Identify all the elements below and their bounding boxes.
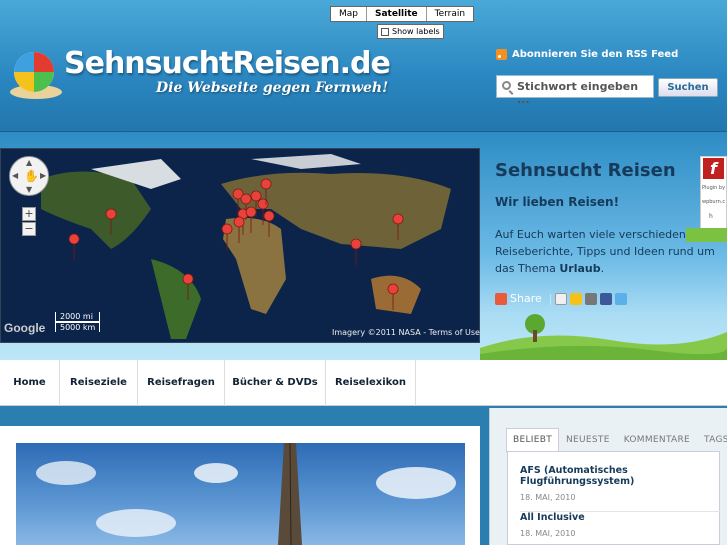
rss-subscribe-link[interactable]: Abonnieren Sie den RSS Feed (496, 49, 678, 60)
map-type-map[interactable]: Map (331, 7, 366, 21)
map-pin (233, 216, 245, 244)
search-icon (502, 81, 511, 90)
facebook-icon[interactable] (600, 292, 613, 305)
map-scale: 2000 mi 5000 km (55, 312, 101, 332)
pan-down-icon[interactable]: ▼ (26, 185, 32, 194)
nav-item-buecher-dvds[interactable]: Bücher & DVDs (225, 360, 326, 406)
checkbox-icon (381, 27, 389, 36)
eiffel-tower-image (36, 443, 456, 545)
map-pin (245, 206, 257, 234)
twitter-icon[interactable] (615, 292, 628, 305)
post-title[interactable]: All Inclusive (520, 512, 720, 523)
map-pin (182, 273, 194, 301)
post-title[interactable]: AFS (Automatisches Flugführungssystem) (520, 465, 719, 487)
post-date: 18. MAI, 2010 (520, 493, 576, 502)
pan-left-icon[interactable]: ◀ (12, 171, 18, 180)
tab-tags[interactable]: TAGS (697, 428, 727, 452)
pan-up-icon[interactable]: ▲ (26, 158, 32, 167)
post-date: 18. MAI, 2010 (520, 529, 576, 538)
scale-miles: 2000 mi (55, 312, 101, 322)
site-tagline: Die Webseite gegen Fernweh! (156, 80, 389, 96)
zoom-in-button[interactable]: + (22, 207, 36, 221)
share-bar: Share | (495, 292, 628, 305)
panel-title: Sehnsucht Reisen (495, 160, 676, 181)
print-icon[interactable] (585, 292, 598, 305)
map-pan-control[interactable]: ▲ ▼ ◀ ▶ ✋ (9, 156, 49, 196)
nav-item-reiseziele[interactable]: Reiseziele (60, 360, 138, 406)
flash-label-2: wpburn.c (702, 199, 726, 205)
panel-text-body: Auf Euch warten viele verschiedene Reise… (495, 228, 715, 275)
map-type-control: Map Satellite Terrain (330, 6, 475, 22)
hand-icon: ✋ (24, 169, 39, 183)
tab-beliebt[interactable]: BELIEBT (506, 428, 559, 452)
sidebar-tabs: BELIEBT NEUESTE KOMMENTARE TAGS (506, 428, 727, 452)
flash-icon[interactable]: f (703, 158, 724, 179)
flash-label-3: h (709, 213, 713, 220)
favorite-icon[interactable] (570, 292, 583, 305)
google-logo[interactable]: Google (4, 321, 45, 335)
map-type-satellite[interactable]: Satellite (366, 7, 426, 21)
tab-kommentare[interactable]: KOMMENTARE (617, 428, 697, 452)
map-pin (105, 208, 117, 236)
map-pin (350, 238, 362, 266)
panel-text-bold: Urlaub (559, 262, 601, 275)
map-pin (221, 223, 233, 251)
popular-posts-list: AFS (Automatisches Flugführungssystem) 1… (507, 451, 720, 545)
flash-install-button[interactable] (686, 228, 727, 242)
share-label[interactable]: Share (510, 292, 542, 305)
article-photo-eiffel-tower[interactable] (16, 443, 465, 545)
rss-icon (496, 49, 507, 60)
search-input[interactable]: Stichwort eingeben ... (496, 75, 654, 106)
site-title[interactable]: SehnsuchtReisen.de (64, 46, 391, 81)
show-labels-label: Show labels (392, 27, 440, 36)
map-pin (387, 283, 399, 311)
panel-subtitle: Wir lieben Reisen! (495, 195, 620, 209)
pan-right-icon[interactable]: ▶ (40, 171, 46, 180)
panel-text-end: . (600, 262, 605, 275)
hills-decoration (480, 314, 727, 360)
map-pin (263, 210, 275, 238)
rss-label: Abonnieren Sie den RSS Feed (512, 49, 679, 60)
list-item: All Inclusive 18. MAI, 2010 (520, 511, 720, 538)
map-attribution[interactable]: Imagery ©2011 NASA - Terms of Use (332, 328, 480, 337)
nav-item-reisefragen[interactable]: Reisefragen (138, 360, 225, 406)
flash-label-1: Plugin by (702, 185, 726, 191)
nav-item-reiselexikon[interactable]: Reiselexikon (326, 360, 416, 406)
share-icon[interactable] (495, 292, 507, 305)
nav-item-home[interactable]: Home (0, 360, 60, 406)
separator: | (548, 292, 553, 305)
tab-neueste[interactable]: NEUESTE (559, 428, 617, 452)
scale-km: 5000 km (55, 322, 101, 332)
zoom-out-button[interactable]: − (22, 222, 36, 236)
map-pin (392, 213, 404, 241)
email-icon[interactable] (555, 292, 568, 305)
main-navigation: Home Reiseziele Reisefragen Bücher & DVD… (0, 360, 727, 406)
search-button[interactable]: Suchen (658, 78, 718, 97)
map-pin (68, 233, 80, 261)
show-labels-checkbox[interactable]: Show labels (377, 24, 444, 39)
map-type-terrain[interactable]: Terrain (425, 7, 473, 21)
list-item: AFS (Automatisches Flugführungssystem) 1… (520, 465, 719, 502)
beach-ball-logo-icon[interactable] (6, 44, 64, 102)
